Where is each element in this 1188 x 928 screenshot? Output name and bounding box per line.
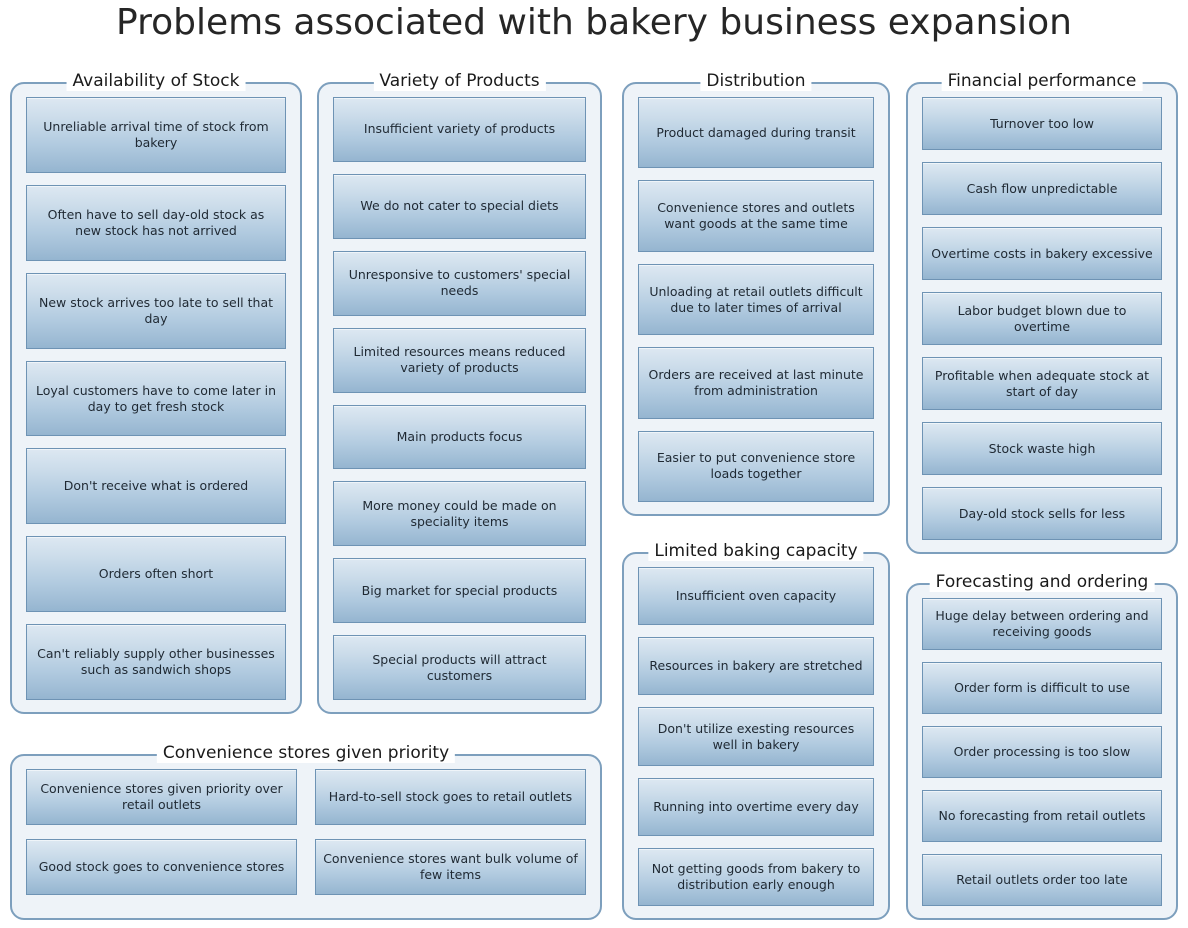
node-label: New stock arrives too late to sell that … — [38, 294, 274, 326]
node-label: Limited resources means reduced variety … — [353, 344, 566, 376]
group-body-distribution: Product damaged during transit Convenien… — [624, 84, 888, 514]
node-label: Convenience stores and outlets want good… — [657, 200, 855, 232]
node-box[interactable]: Unresponsive to customers' special needs — [333, 250, 586, 316]
node-box[interactable]: Special products will attract customers — [333, 635, 586, 700]
node-label: Insufficient oven capacity — [675, 588, 837, 604]
node-box[interactable]: Good stock goes to convenience stores — [26, 839, 298, 895]
node-label: We do not cater to special diets — [360, 198, 559, 214]
group-distribution: Distribution Product damaged during tran… — [622, 71, 890, 516]
group-body-forecasting-and-ordering: Huge delay between ordering and receivin… — [908, 585, 1176, 918]
node-box[interactable]: Big market for special products — [333, 558, 586, 624]
node-label: Running into overtime every day — [653, 798, 859, 814]
node-label: Profitable when adequate stock at start … — [934, 367, 1150, 399]
node-box[interactable]: Can't reliably supply other businesses s… — [26, 624, 286, 701]
node-box[interactable]: Limited resources means reduced variety … — [333, 327, 586, 393]
group-variety-of-products: Variety of Products Insufficient variety… — [317, 71, 602, 714]
group-body-limited-baking-capacity: Insufficient oven capacity Resources in … — [624, 554, 888, 918]
node-box[interactable]: Convenience stores given priority over r… — [26, 769, 298, 825]
node-box[interactable]: More money could be made on speciality i… — [333, 481, 586, 547]
group-financial-performance: Financial performance Turnover too low C… — [906, 71, 1178, 554]
node-box[interactable]: Hard-to-sell stock goes to retail outlet… — [314, 769, 586, 825]
node-box[interactable]: Retail outlets order too late — [922, 854, 1162, 906]
node-label: Convenience stores want bulk volume of f… — [323, 851, 578, 882]
node-box[interactable]: Profitable when adequate stock at start … — [922, 357, 1162, 410]
node-box[interactable]: Don't receive what is ordered — [26, 448, 286, 525]
node-label: Turnover too low — [990, 115, 1094, 131]
node-box[interactable]: Product damaged during transit — [638, 97, 874, 169]
node-label: Insufficient variety of products — [363, 121, 556, 137]
node-box[interactable]: Main products focus — [333, 404, 586, 470]
node-label: Orders often short — [98, 566, 214, 582]
node-box[interactable]: Easier to put convenience store loads to… — [638, 430, 874, 503]
node-box[interactable]: Often have to sell day-old stock as new … — [26, 184, 286, 261]
node-box[interactable]: Orders often short — [26, 536, 286, 613]
group-forecasting-and-ordering: Forecasting and ordering Huge delay betw… — [906, 572, 1178, 920]
node-label: Loyal customers have to come later in da… — [35, 382, 276, 414]
node-label: Orders are received at last minute from … — [648, 366, 864, 398]
node-label: Day-old stock sells for less — [958, 505, 1126, 521]
node-label: Convenience stores given priority over r… — [40, 781, 283, 812]
node-label: Cash flow unpredictable — [966, 180, 1118, 196]
node-label: Unreliable arrival time of stock from ba… — [43, 118, 269, 150]
node-label: Huge delay between ordering and receivin… — [935, 608, 1149, 639]
node-label: No forecasting from retail outlets — [938, 808, 1146, 823]
group-body-variety-of-products: Insufficient variety of products We do n… — [319, 84, 600, 712]
node-box[interactable]: Convenience stores and outlets want good… — [638, 180, 874, 252]
node-box[interactable]: Cash flow unpredictable — [922, 162, 1162, 215]
node-label: Not getting goods from bakery to distrib… — [651, 860, 861, 892]
node-box[interactable]: Convenience stores want bulk volume of f… — [314, 839, 586, 895]
group-body-convenience-stores-given-priority: Convenience stores given priority over r… — [12, 756, 600, 918]
node-label: Often have to sell day-old stock as new … — [47, 206, 265, 238]
node-label: Labor budget blown due to overtime — [957, 302, 1127, 334]
node-label: Good stock goes to convenience stores — [38, 859, 285, 874]
node-box[interactable]: Overtime costs in bakery excessive — [922, 227, 1162, 280]
node-label: Product damaged during transit — [656, 124, 856, 140]
group-body-financial-performance: Turnover too low Cash flow unpredictable… — [908, 84, 1176, 552]
node-label: Order processing is too slow — [953, 744, 1131, 759]
node-box[interactable]: Turnover too low — [922, 97, 1162, 150]
group-availability-of-stock: Availability of Stock Unreliable arrival… — [10, 71, 302, 714]
page-title: Problems associated with bakery business… — [116, 2, 1072, 43]
node-label: Hard-to-sell stock goes to retail outlet… — [328, 789, 573, 804]
node-box[interactable]: Running into overtime every day — [638, 777, 874, 836]
node-label: Easier to put convenience store loads to… — [656, 450, 856, 482]
node-label: Order form is difficult to use — [954, 680, 1130, 695]
group-body-availability-of-stock: Unreliable arrival time of stock from ba… — [12, 84, 300, 712]
node-box[interactable]: Not getting goods from bakery to distrib… — [638, 847, 874, 907]
node-label: Unresponsive to customers' special needs — [348, 267, 571, 299]
node-box[interactable]: Loyal customers have to come later in da… — [26, 360, 286, 437]
node-label: More money could be made on speciality i… — [362, 497, 557, 529]
node-box[interactable]: Labor budget blown due to overtime — [922, 292, 1162, 345]
node-label: Special products will attract customers — [372, 651, 547, 683]
node-label: Overtime costs in bakery excessive — [931, 245, 1153, 261]
node-box[interactable]: Resources in bakery are stretched — [638, 637, 874, 696]
node-box[interactable]: Order form is difficult to use — [922, 662, 1162, 714]
node-box[interactable]: Unloading at retail outlets difficult du… — [638, 263, 874, 336]
node-label: Big market for special products — [361, 582, 558, 598]
node-label: Stock waste high — [988, 440, 1096, 456]
node-label: Main products focus — [396, 428, 523, 444]
node-box[interactable]: We do not cater to special diets — [333, 173, 586, 239]
node-label: Unloading at retail outlets difficult du… — [649, 283, 863, 315]
node-box[interactable]: New stock arrives too late to sell that … — [26, 272, 286, 349]
node-box[interactable]: Insufficient oven capacity — [638, 567, 874, 626]
node-label: Resources in bakery are stretched — [649, 658, 863, 674]
node-label: Retail outlets order too late — [956, 872, 1128, 887]
node-box[interactable]: Orders are received at last minute from … — [638, 347, 874, 419]
group-convenience-stores-given-priority: Convenience stores given priority Conven… — [10, 743, 602, 920]
node-label: Don't utilize exesting resources well in… — [657, 720, 855, 752]
node-box[interactable]: Insufficient variety of products — [333, 97, 586, 162]
node-box[interactable]: Don't utilize exesting resources well in… — [638, 707, 874, 766]
node-box[interactable]: Order processing is too slow — [922, 726, 1162, 778]
node-box[interactable]: No forecasting from retail outlets — [922, 790, 1162, 842]
node-box[interactable]: Stock waste high — [922, 422, 1162, 475]
node-label: Don't receive what is ordered — [63, 478, 249, 494]
node-box[interactable]: Huge delay between ordering and receivin… — [922, 598, 1162, 650]
node-label: Can't reliably supply other businesses s… — [37, 646, 275, 678]
node-box[interactable]: Day-old stock sells for less — [922, 487, 1162, 540]
node-box[interactable]: Unreliable arrival time of stock from ba… — [26, 97, 286, 173]
group-limited-baking-capacity: Limited baking capacity Insufficient ove… — [622, 541, 890, 920]
